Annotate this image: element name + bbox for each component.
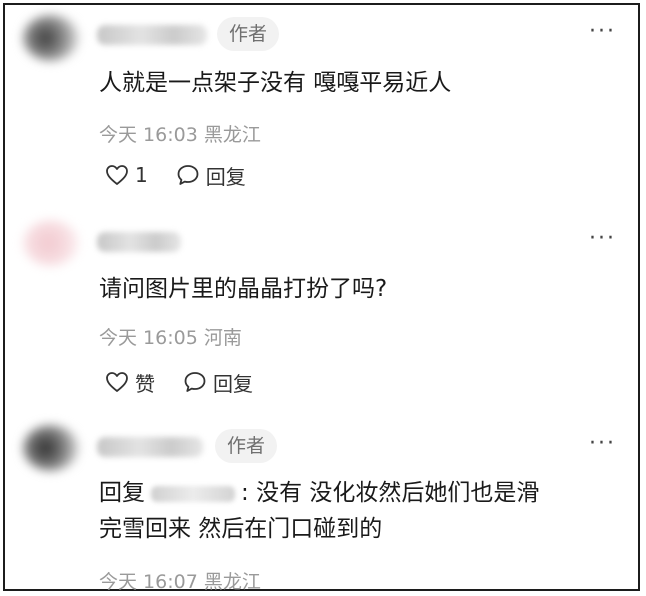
comment-location: 黑龙江 — [203, 571, 261, 593]
username-redacted[interactable] — [97, 232, 181, 252]
comment-text: 人就是一点架子没有 嘎嘎平易近人 — [99, 70, 452, 96]
comment-text-line1: 没有 没化妆然后她们也是滑 — [256, 480, 540, 506]
heart-outline-icon — [106, 165, 128, 185]
reply-prefix: 回复 — [99, 480, 145, 506]
reply-label: 回复 — [205, 164, 246, 189]
like-label: 赞 — [135, 371, 155, 396]
like-button[interactable]: 1 — [105, 163, 148, 187]
comment-location: 河南 — [203, 327, 242, 349]
comment-text-line2: 完雪回来 然后在门口碰到的 — [99, 516, 383, 542]
avatar[interactable] — [23, 15, 79, 61]
more-dots-icon[interactable]: ··· — [589, 19, 616, 44]
reply-colon: : — [241, 480, 249, 506]
comment-time: 今天 16:05 — [99, 327, 198, 349]
username-redacted[interactable] — [97, 437, 203, 457]
reply-button[interactable]: 回复 — [183, 368, 253, 397]
more-dots-icon[interactable]: ··· — [589, 431, 616, 456]
reply-target-redacted[interactable] — [151, 485, 235, 502]
comment-text: 请问图片里的晶晶打扮了吗? — [99, 276, 388, 302]
like-count: 1 — [135, 163, 148, 187]
speech-bubble-icon — [177, 165, 199, 185]
reply-button[interactable]: 回复 — [176, 161, 246, 190]
more-dots-icon[interactable]: ··· — [589, 226, 616, 251]
comment-time: 今天 16:07 — [99, 571, 198, 593]
username-redacted[interactable] — [97, 25, 207, 45]
speech-bubble-icon — [184, 372, 206, 392]
comment-meta: 今天 16:05 河南 — [99, 323, 242, 350]
comment-list: 作者 ··· 人就是一点架子没有 嘎嘎平易近人 今天 16:03 黑龙江 1 回… — [3, 3, 640, 594]
comment-text: 回复: 没有 没化妆然后她们也是滑 完雪回来 然后在门口碰到的 — [99, 475, 539, 547]
author-badge: 作者 — [217, 17, 280, 51]
comment-meta: 今天 16:07 黑龙江 — [99, 567, 261, 594]
comment-location: 黑龙江 — [203, 124, 261, 146]
comment-actions: 1 回复 — [105, 160, 274, 190]
heart-outline-icon — [106, 372, 128, 392]
reply-label: 回复 — [213, 371, 253, 396]
comment-actions: 赞 回复 — [105, 367, 281, 397]
comment-time: 今天 16:03 — [99, 124, 198, 146]
like-button[interactable]: 赞 — [105, 368, 155, 397]
comment-meta: 今天 16:03 黑龙江 — [99, 120, 261, 147]
author-badge: 作者 — [215, 429, 278, 463]
avatar[interactable] — [23, 220, 79, 266]
avatar[interactable] — [23, 425, 79, 471]
